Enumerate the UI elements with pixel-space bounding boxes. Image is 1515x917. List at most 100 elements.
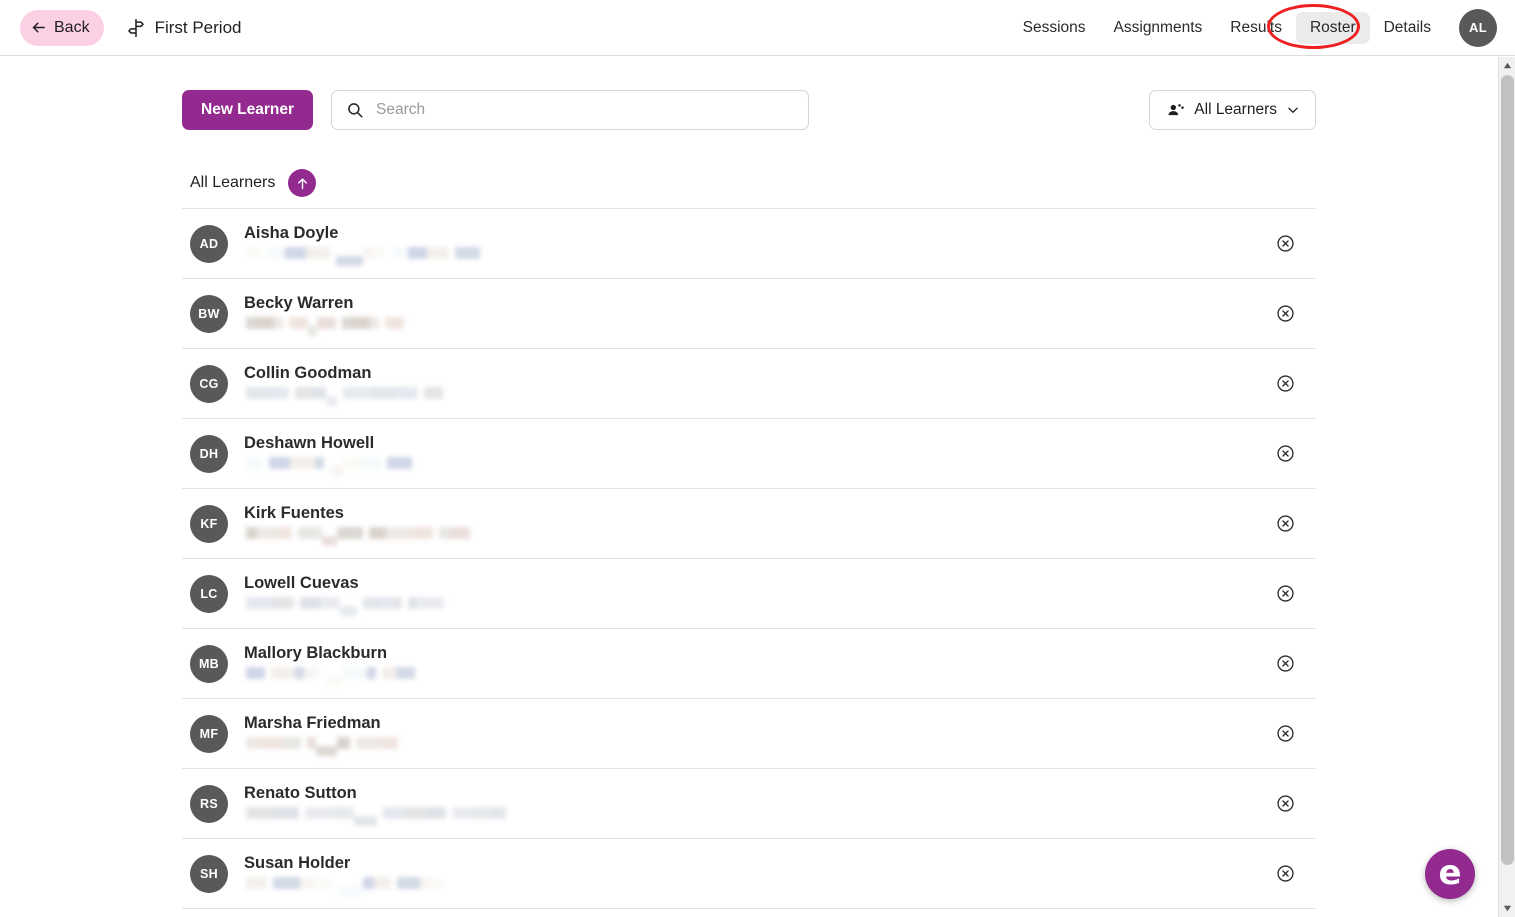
circle-x-icon xyxy=(1276,514,1295,533)
remove-learner-button[interactable] xyxy=(1272,301,1298,327)
learner-name: Lowell Cuevas xyxy=(244,574,359,592)
learner-name: Deshawn Howell xyxy=(244,434,375,452)
main-nav: Sessions Assignments Results Roster Deta… xyxy=(1009,8,1515,47)
arrow-up-icon xyxy=(295,176,310,191)
help-widget-button[interactable]: e xyxy=(1425,849,1475,899)
learner-email-redacted xyxy=(244,597,444,616)
learner-row[interactable]: MF Marsha Friedman xyxy=(182,699,1316,769)
tab-sessions[interactable]: Sessions xyxy=(1009,12,1100,44)
circle-x-icon xyxy=(1276,654,1295,673)
avatar[interactable]: AL xyxy=(1459,8,1497,47)
learner-text-block: Kirk Fuentes xyxy=(244,503,470,546)
learner-text-block: Marsha Friedman xyxy=(244,713,398,756)
learner-avatar: KF xyxy=(190,504,228,543)
help-widget-icon: e xyxy=(1438,853,1462,893)
learner-row[interactable]: CG Collin Goodman xyxy=(182,349,1316,419)
scroll-down-icon[interactable] xyxy=(1499,900,1515,917)
tab-details[interactable]: Details xyxy=(1370,12,1445,44)
learner-row[interactable]: LC Lowell Cuevas xyxy=(182,559,1316,629)
remove-learner-button[interactable] xyxy=(1272,441,1298,467)
learner-text-block: Lowell Cuevas xyxy=(244,573,444,616)
search-box[interactable] xyxy=(331,90,810,130)
learner-name: Kirk Fuentes xyxy=(244,504,344,522)
remove-learner-button[interactable] xyxy=(1272,371,1298,397)
learner-avatar: BW xyxy=(190,294,228,333)
signpost-icon xyxy=(126,18,146,38)
learner-name: Marsha Friedman xyxy=(244,714,381,732)
learner-email-redacted xyxy=(244,317,404,336)
circle-x-icon xyxy=(1276,304,1295,323)
content-area: New Learner All Learners xyxy=(0,57,1498,917)
learner-row[interactable]: SH Susan Holder xyxy=(182,839,1316,909)
page-title: First Period xyxy=(154,17,242,37)
learner-text-block: Mallory Blackburn xyxy=(244,643,415,686)
sort-ascending-badge[interactable] xyxy=(288,169,317,197)
learner-list-header-label: All Learners xyxy=(190,174,276,191)
learner-name: Becky Warren xyxy=(244,294,354,312)
learner-avatar: MB xyxy=(190,644,228,683)
learner-avatar: SH xyxy=(190,854,228,893)
learner-text-block: Aisha Doyle xyxy=(244,223,480,266)
search-input[interactable] xyxy=(376,101,795,119)
learner-avatar: CG xyxy=(190,364,228,403)
circle-x-icon xyxy=(1276,374,1295,393)
page-scrollbar[interactable] xyxy=(1498,57,1515,917)
circle-x-icon xyxy=(1276,234,1295,253)
learner-email-redacted xyxy=(244,807,506,826)
scroll-up-icon[interactable] xyxy=(1499,57,1515,74)
learner-email-redacted xyxy=(244,737,398,756)
learner-email-redacted xyxy=(244,527,470,546)
remove-learner-button[interactable] xyxy=(1272,861,1298,887)
learner-filter-label: All Learners xyxy=(1194,101,1277,118)
learner-text-block: Renato Sutton xyxy=(244,783,506,826)
app-header: Back First Period Sessions Assignments R… xyxy=(0,0,1515,56)
learner-text-block: Deshawn Howell xyxy=(244,433,412,476)
learner-filter-dropdown[interactable]: All Learners xyxy=(1149,90,1316,130)
learner-row[interactable]: AD Aisha Doyle xyxy=(182,209,1316,279)
people-group-icon xyxy=(1165,100,1185,120)
learner-name: Susan Holder xyxy=(244,854,351,872)
learner-row[interactable]: KF Kirk Fuentes xyxy=(182,489,1316,559)
learner-row[interactable]: BW Becky Warren xyxy=(182,279,1316,349)
learner-name: Renato Sutton xyxy=(244,784,357,802)
circle-x-icon xyxy=(1276,584,1295,603)
learner-text-block: Susan Holder xyxy=(244,853,444,896)
arrow-left-icon xyxy=(30,19,47,36)
learner-name: Aisha Doyle xyxy=(244,224,339,242)
back-button[interactable]: Back xyxy=(20,9,104,46)
learner-row[interactable]: DH Deshawn Howell xyxy=(182,419,1316,489)
circle-x-icon xyxy=(1276,444,1295,463)
learner-row[interactable]: MB Mallory Blackburn xyxy=(182,629,1316,699)
remove-learner-button[interactable] xyxy=(1272,581,1298,607)
learner-email-redacted xyxy=(244,877,444,896)
search-icon xyxy=(346,101,364,119)
tab-results[interactable]: Results xyxy=(1216,12,1296,44)
new-learner-button[interactable]: New Learner xyxy=(182,90,314,130)
circle-x-icon xyxy=(1276,794,1295,813)
tab-roster[interactable]: Roster xyxy=(1295,11,1370,44)
remove-learner-button[interactable] xyxy=(1272,511,1298,537)
toolbar: New Learner All Learners xyxy=(182,90,1316,130)
learner-list: All Learners AD Aisha Doyle BW Becky Warren… xyxy=(182,158,1316,909)
learner-avatar: RS xyxy=(190,784,228,823)
remove-learner-button[interactable] xyxy=(1272,231,1298,257)
class-title-group: First Period xyxy=(126,18,242,38)
remove-learner-button[interactable] xyxy=(1272,791,1298,817)
learner-email-redacted xyxy=(244,247,480,266)
learner-avatar: AD xyxy=(190,224,228,263)
learner-avatar: DH xyxy=(190,434,228,473)
learner-row[interactable]: RS Renato Sutton xyxy=(182,769,1316,839)
learner-text-block: Becky Warren xyxy=(244,293,404,336)
learner-name: Mallory Blackburn xyxy=(244,644,388,662)
circle-x-icon xyxy=(1276,864,1295,883)
learner-email-redacted xyxy=(244,457,412,476)
learner-email-redacted xyxy=(244,387,443,406)
learner-name: Collin Goodman xyxy=(244,364,372,382)
scrollbar-thumb[interactable] xyxy=(1501,75,1514,865)
tab-assignments[interactable]: Assignments xyxy=(1100,12,1217,44)
remove-learner-button[interactable] xyxy=(1272,721,1298,747)
circle-x-icon xyxy=(1276,724,1295,743)
back-button-label: Back xyxy=(54,18,90,36)
remove-learner-button[interactable] xyxy=(1272,651,1298,677)
chevron-down-icon xyxy=(1286,103,1300,117)
